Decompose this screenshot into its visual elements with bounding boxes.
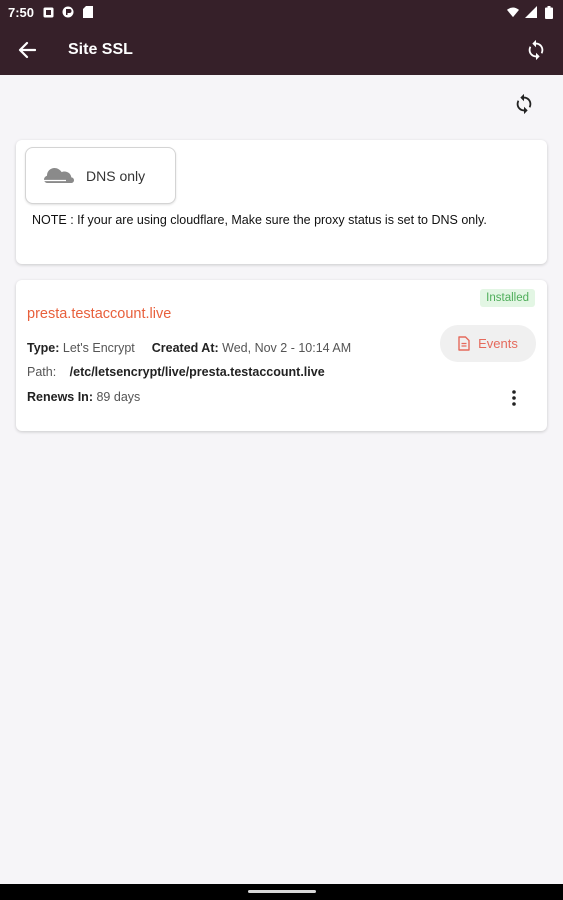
events-label: Events bbox=[478, 336, 518, 351]
path-label: Path: bbox=[27, 365, 57, 379]
refresh-button[interactable] bbox=[510, 90, 538, 118]
signal-icon bbox=[525, 6, 537, 18]
back-button[interactable] bbox=[0, 24, 54, 75]
sync-icon bbox=[528, 39, 544, 60]
dns-only-label: DNS only bbox=[86, 167, 146, 184]
more-vertical-icon bbox=[512, 390, 516, 406]
home-handle[interactable] bbox=[248, 890, 316, 893]
status-bar: 7:50 bbox=[0, 0, 563, 24]
refresh-icon bbox=[516, 93, 532, 115]
renews-row: Renews In: 89 days bbox=[27, 390, 140, 404]
navigation-bar bbox=[0, 884, 563, 900]
cloud-icon bbox=[44, 167, 74, 185]
status-time: 7:50 bbox=[8, 4, 35, 20]
cloudflare-note: NOTE : If your are using cloudflare, Mak… bbox=[32, 213, 487, 227]
sync-button[interactable] bbox=[509, 24, 563, 75]
path-row: Path: /etc/letsencrypt/live/presta.testa… bbox=[27, 365, 325, 379]
dns-info-card: DNS only NOTE : If your are using cloudf… bbox=[16, 140, 547, 264]
document-icon bbox=[458, 336, 470, 351]
events-button[interactable]: Events bbox=[440, 325, 536, 362]
created-label: Created At: bbox=[151, 341, 219, 355]
page-title: Site SSL bbox=[68, 40, 133, 58]
battery-icon bbox=[543, 5, 555, 19]
more-options-button[interactable] bbox=[504, 386, 524, 410]
sd-card-icon bbox=[82, 6, 94, 18]
app-bar: Site SSL bbox=[0, 24, 563, 75]
created-value: Wed, Nov 2 - 10:14 AM bbox=[222, 341, 352, 355]
ssl-certificate-card: presta.testaccount.live Installed Events… bbox=[16, 280, 547, 431]
type-value: Let's Encrypt bbox=[62, 341, 135, 355]
type-created-row: Type: Let's Encrypt Created At: Wed, Nov… bbox=[27, 341, 351, 355]
notification-icon bbox=[42, 6, 54, 18]
ssl-domain: presta.testaccount.live bbox=[27, 306, 172, 322]
path-value: /etc/letsencrypt/live/presta.testaccount… bbox=[69, 365, 325, 379]
status-badge: Installed bbox=[480, 289, 535, 307]
arrow-left-icon bbox=[18, 41, 36, 58]
renews-label: Renews In: bbox=[27, 390, 93, 404]
app-notification-icon bbox=[62, 6, 74, 18]
renews-value: 89 days bbox=[96, 390, 141, 404]
dns-only-chip: DNS only bbox=[25, 147, 176, 204]
wifi-icon bbox=[507, 6, 519, 18]
type-label: Type: bbox=[27, 341, 60, 355]
